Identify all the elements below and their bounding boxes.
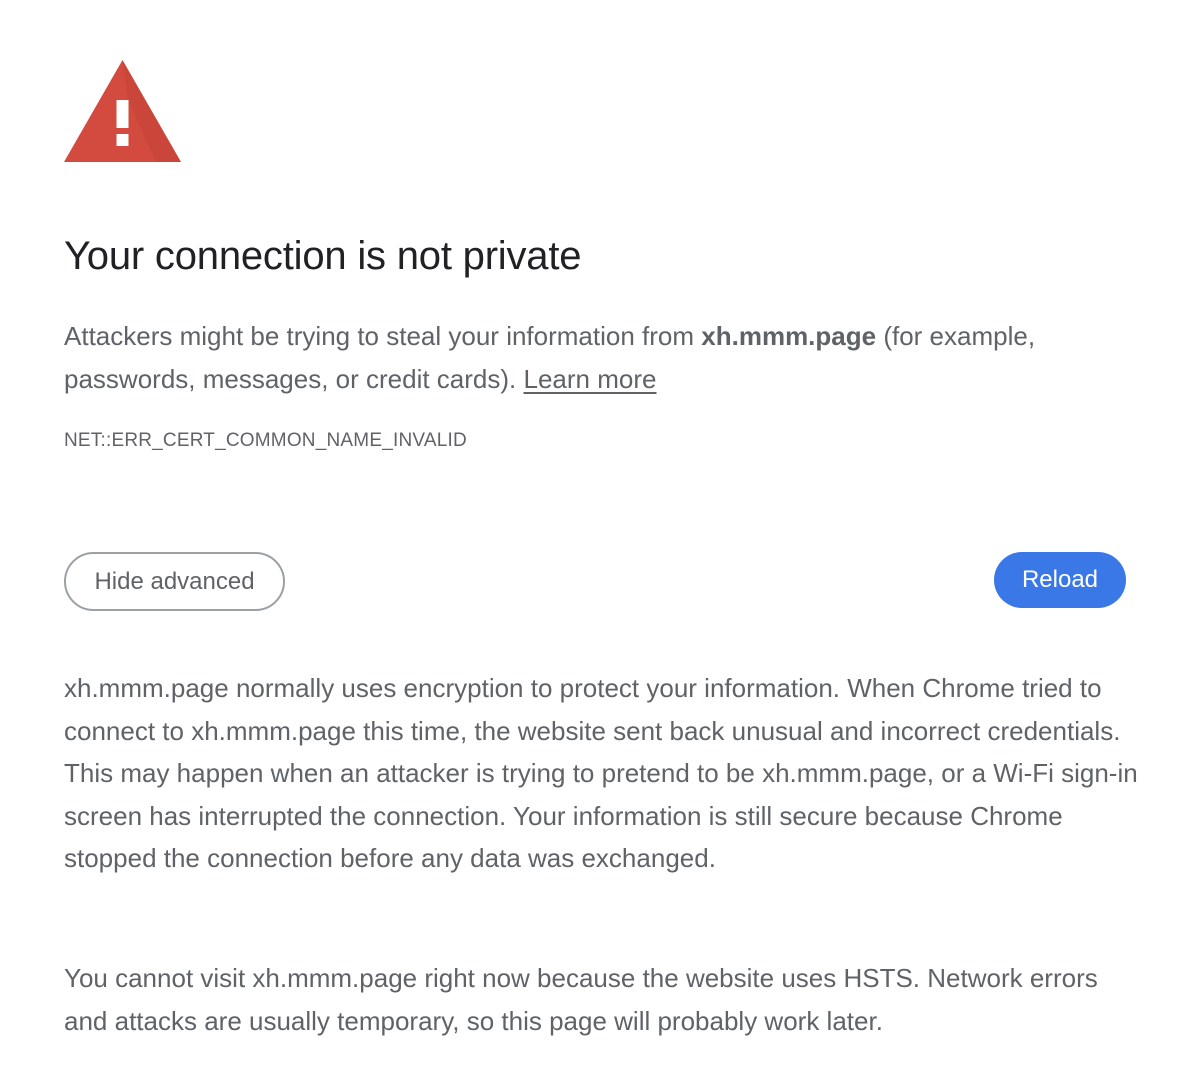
hide-advanced-button[interactable]: Hide advanced	[64, 552, 285, 611]
error-code: NET::ERR_CERT_COMMON_NAME_INVALID	[64, 430, 467, 451]
host-name: xh.mmm.page	[701, 321, 877, 351]
learn-more-link[interactable]: Learn more	[524, 364, 657, 394]
interstitial-page: Your connection is not private Attackers…	[0, 0, 1200, 1078]
reload-button[interactable]: Reload	[994, 552, 1126, 608]
intro-text-start: Attackers might be trying to steal your …	[64, 321, 702, 351]
warning-triangle-icon	[64, 60, 181, 162]
details-text: xh.mmm.page normally uses encryption to …	[64, 673, 1138, 873]
intro-text: Attackers might be trying to steal your …	[64, 315, 1144, 400]
page-title: Your connection is not private	[64, 234, 582, 278]
hsts-notice: You cannot visit xh.mmm.page right now b…	[64, 963, 1098, 1036]
